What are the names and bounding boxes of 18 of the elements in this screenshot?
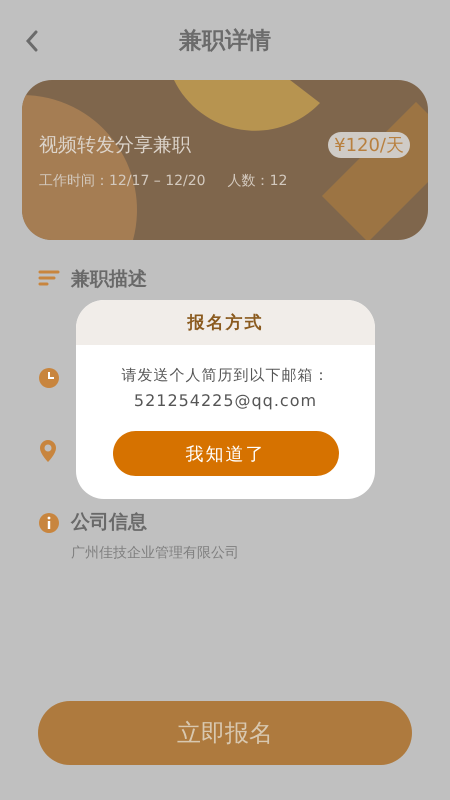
page-title: 兼职详情 bbox=[179, 26, 271, 56]
section-title: 公司信息 bbox=[71, 510, 148, 534]
price-tag: ¥120/天 bbox=[328, 132, 410, 158]
location-pin-icon bbox=[38, 439, 58, 463]
email-address: 521254225@qq.com bbox=[134, 391, 318, 410]
dialog-title: 报名方式 bbox=[188, 312, 264, 334]
back-icon[interactable] bbox=[24, 30, 40, 52]
dialog-message: 请发送个人简历到以下邮箱： bbox=[122, 366, 330, 385]
info-icon bbox=[38, 512, 60, 534]
section-text: 广州佳技企业管理有限公司 bbox=[71, 544, 239, 562]
headcount: 人数：12 bbox=[228, 172, 288, 190]
work-time: 工作时间：12/17 – 12/20 bbox=[39, 172, 206, 190]
section-title: 兼职描述 bbox=[71, 267, 147, 291]
list-icon bbox=[38, 269, 60, 287]
job-title: 视频转发分享兼职 bbox=[39, 133, 191, 158]
clock-icon bbox=[38, 367, 60, 389]
confirm-button[interactable]: 我知道了 bbox=[112, 431, 338, 476]
apply-button[interactable]: 立即报名 bbox=[38, 701, 412, 765]
